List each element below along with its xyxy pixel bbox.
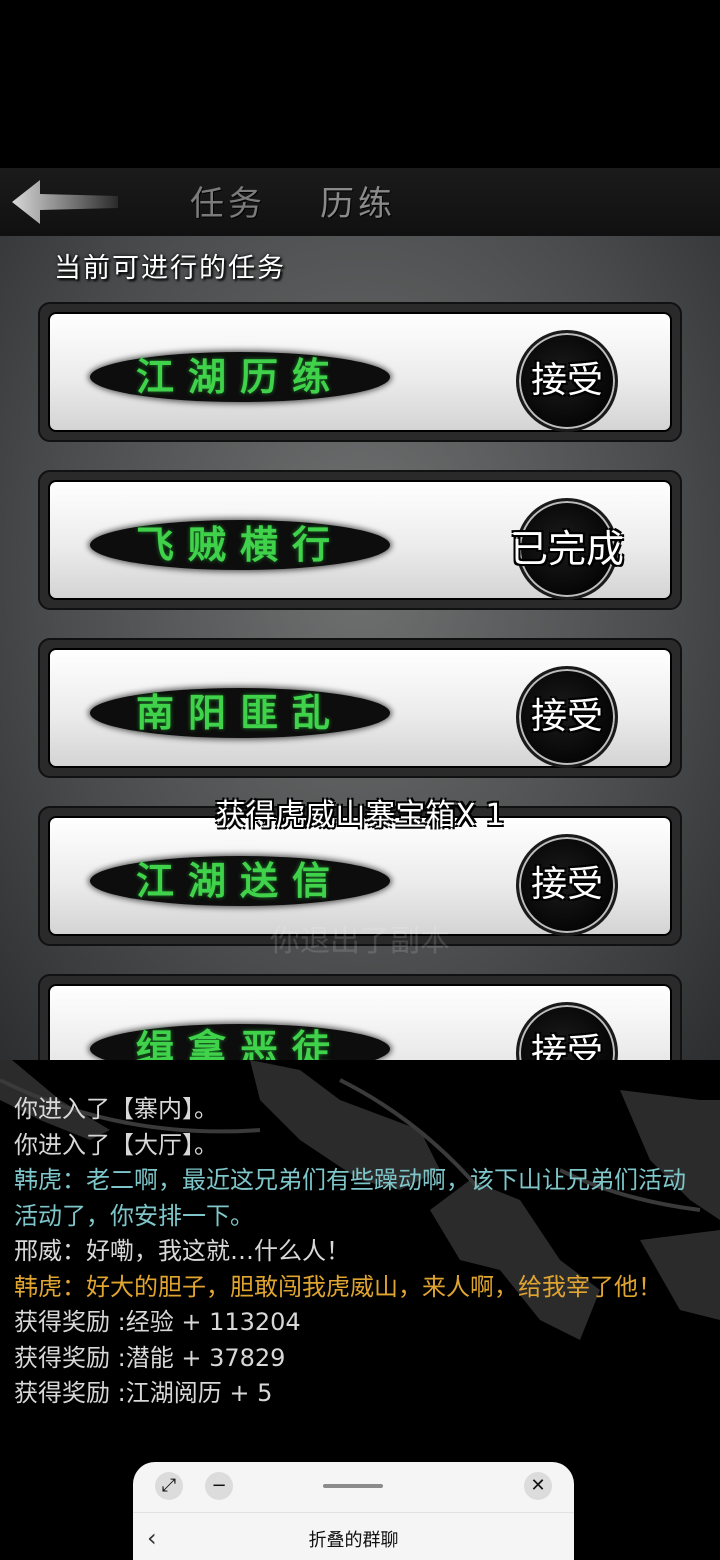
sheet-title: 折叠的群聊 [308, 1530, 399, 1551]
quest-name: 南阳匪乱 [135, 690, 344, 735]
quest-card: 江湖历练 接受 [38, 302, 682, 442]
drag-handle[interactable] [323, 1484, 383, 1488]
tab-tasks[interactable]: 任务 [190, 176, 266, 225]
quest-name-banner[interactable]: 南阳匪乱 [90, 688, 390, 738]
quest-name: 缉拿恶徒 [135, 1026, 344, 1060]
quest-card: 飞贼横行 已完成 [38, 470, 682, 610]
quest-name-banner[interactable]: 江湖历练 [90, 352, 390, 402]
quest-name: 江湖送信 [135, 858, 344, 903]
quest-card: 南阳匪乱 接受 [38, 638, 682, 778]
quest-panel: 当前可进行的任务 江湖历练 接受 飞贼横行 已完成 南阳匪乱 接受 江湖送信 接… [0, 236, 720, 1060]
quest-name: 飞贼横行 [135, 522, 344, 567]
back-arrow-icon[interactable] [10, 178, 120, 226]
reward-toast: 获得虎威山寨宝箱X 1 [215, 798, 505, 833]
close-icon[interactable]: ✕ [524, 1472, 552, 1500]
log-lines: 你进入了【寨内】。 你进入了【大厅】。 韩虎：老二啊，最近这兄弟们有些躁动啊，该… [14, 1092, 704, 1412]
log-line: 你进入了【寨内】。 [14, 1095, 218, 1123]
faded-notice: 你退出了副本 [270, 924, 450, 959]
log-line: 获得奖励 :经验 + 113204 [14, 1308, 301, 1336]
top-bar: 任务 历练 [0, 168, 720, 236]
quest-name: 江湖历练 [135, 354, 344, 399]
accept-button[interactable]: 接受 [516, 1002, 618, 1060]
tab-training[interactable]: 历练 [320, 176, 396, 225]
log-line: 邢威：好嘞，我这就…什么人！ [14, 1237, 350, 1265]
quest-name-banner[interactable]: 江湖送信 [90, 856, 390, 906]
accept-button[interactable]: 接受 [516, 666, 618, 768]
section-title: 当前可进行的任务 [54, 253, 286, 284]
message-log: 你进入了【寨内】。 你进入了【大厅】。 韩虎：老二啊，最近这兄弟们有些躁动啊，该… [0, 1060, 720, 1460]
log-line: 获得奖励 :潜能 + 37829 [14, 1343, 286, 1372]
log-line: 韩虎：老二啊，最近这兄弟们有些躁动啊，该下山让兄弟们活动活动了，你安排一下。 [14, 1166, 686, 1230]
completed-badge: 已完成 [510, 498, 624, 600]
minimize-icon[interactable]: − [205, 1472, 233, 1500]
quest-name-banner[interactable]: 缉拿恶徒 [90, 1024, 390, 1060]
collapse-icon[interactable]: ⤢ [155, 1472, 183, 1500]
quest-card: 缉拿恶徒 接受 [38, 974, 682, 1060]
log-line: 韩虎：好大的胆子，胆敢闯我虎威山，来人啊，给我宰了他！ [14, 1272, 662, 1301]
log-line: 获得奖励 :江湖阅历 + 5 [14, 1379, 273, 1407]
quest-name-banner[interactable]: 飞贼横行 [90, 520, 390, 570]
folded-chat-sheet: ⤢ − ✕ ‹ 折叠的群聊 [133, 1462, 574, 1560]
log-line: 你进入了【大厅】。 [14, 1130, 218, 1159]
accept-button[interactable]: 接受 [516, 330, 618, 432]
